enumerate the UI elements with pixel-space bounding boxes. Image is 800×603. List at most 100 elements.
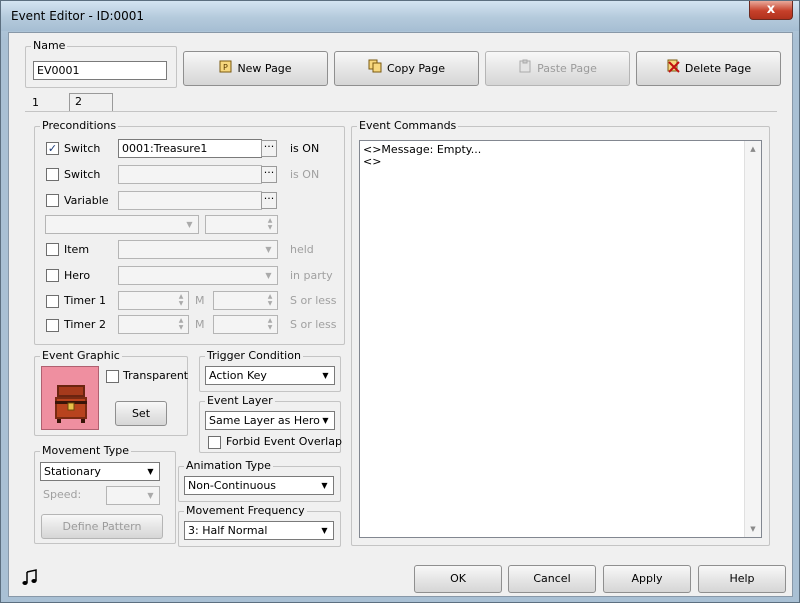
event-commands-label: Event Commands <box>357 119 459 133</box>
trigger-condition-label: Trigger Condition <box>205 349 303 363</box>
animation-type-label: Animation Type <box>184 459 273 473</box>
title-bar[interactable]: Event Editor - ID:0001 x <box>1 1 799 31</box>
variable-checkbox[interactable] <box>46 194 59 207</box>
apply-button[interactable]: Apply <box>603 565 691 593</box>
movement-frequency-group: Movement Frequency 3: Half Normal ▼ <box>178 504 341 547</box>
forbid-overlap-checkbox[interactable] <box>208 436 221 449</box>
timer2-label: Timer 2 <box>64 318 106 331</box>
scroll-up-icon[interactable]: ▲ <box>745 141 761 157</box>
spinner-arrows-icon: ▲ ▼ <box>267 317 273 331</box>
movement-type-value: Stationary <box>44 465 101 478</box>
movement-type-select[interactable]: Stationary ▼ <box>40 462 160 481</box>
chevron-down-icon: ▼ <box>186 220 193 229</box>
hero-select[interactable]: ▼ <box>118 266 278 285</box>
timer2-minutes-spinner[interactable]: ▲ ▼ <box>118 315 189 334</box>
copy-page-icon <box>368 53 382 86</box>
svg-text:P: P <box>223 63 228 72</box>
timer2-seconds-spinner[interactable]: ▲ ▼ <box>213 315 278 334</box>
event-graphic-preview[interactable] <box>41 366 99 430</box>
treasure-chest-icon <box>55 385 87 423</box>
hero-suffix: in party <box>290 269 333 282</box>
name-group: Name EV0001 <box>25 39 177 88</box>
variable-operator-select[interactable]: ▼ <box>45 215 199 234</box>
paste-page-icon <box>518 53 532 86</box>
dialog-client-area: Name EV0001 P New Page Copy Page Paste P… <box>8 32 793 597</box>
variable-value-spinner[interactable]: ▲ ▼ <box>205 215 278 234</box>
tab-page-2[interactable]: 2 <box>69 93 113 111</box>
trigger-condition-select[interactable]: Action Key ▼ <box>205 366 335 385</box>
switch2-checkbox[interactable] <box>46 168 59 181</box>
window-title: Event Editor - ID:0001 <box>11 9 145 23</box>
delete-page-icon <box>666 53 680 86</box>
item-select[interactable]: ▼ <box>118 240 278 259</box>
animation-type-select[interactable]: Non-Continuous ▼ <box>184 476 334 495</box>
switch2-label: Switch <box>64 168 101 181</box>
set-graphic-button[interactable]: Set <box>115 401 167 426</box>
transparent-label: Transparent <box>123 369 189 382</box>
item-checkbox[interactable] <box>46 243 59 256</box>
command-line[interactable]: <> <box>360 156 761 168</box>
close-button[interactable]: x <box>749 1 793 20</box>
switch1-checkbox[interactable]: ✓ <box>46 142 59 155</box>
animation-type-group: Animation Type Non-Continuous ▼ <box>178 459 341 502</box>
event-layer-group: Event Layer Same Layer as Hero ▼ Forbid … <box>199 394 342 453</box>
movement-type-label: Movement Type <box>40 444 132 458</box>
delete-page-button[interactable]: Delete Page <box>636 51 781 86</box>
timer1-seconds-spinner[interactable]: ▲ ▼ <box>213 291 278 310</box>
music-note-icon[interactable] <box>21 569 39 587</box>
event-commands-scrollbar[interactable]: ▲ ▼ <box>744 141 761 537</box>
movement-frequency-value: 3: Half Normal <box>188 524 268 537</box>
event-layer-select[interactable]: Same Layer as Hero ▼ <box>205 411 335 430</box>
event-graphic-label: Event Graphic <box>40 349 122 363</box>
hero-label: Hero <box>64 269 91 282</box>
timer2-checkbox[interactable] <box>46 319 59 332</box>
trigger-condition-value: Action Key <box>209 369 267 382</box>
movement-frequency-select[interactable]: 3: Half Normal ▼ <box>184 521 334 540</box>
define-pattern-button[interactable]: Define Pattern <box>41 514 163 539</box>
switch2-browse-button[interactable]: ··· <box>261 166 277 183</box>
variable-label: Variable <box>64 194 109 207</box>
transparent-checkbox[interactable] <box>106 370 119 383</box>
spinner-arrows-icon: ▲ ▼ <box>178 317 184 331</box>
switch1-suffix: is ON <box>290 142 320 155</box>
cancel-button[interactable]: Cancel <box>508 565 596 593</box>
timer1-m-unit: M <box>195 294 205 307</box>
event-name-input[interactable]: EV0001 <box>33 61 167 80</box>
copy-page-button[interactable]: Copy Page <box>334 51 479 86</box>
variable-value[interactable] <box>118 191 262 210</box>
speed-select[interactable]: ▼ <box>106 486 160 505</box>
event-commands-group: Event Commands <>Message: Empty... <> ▲ … <box>351 119 770 546</box>
command-line[interactable]: <>Message: Empty... <box>360 144 761 156</box>
paste-page-label: Paste Page <box>537 62 597 75</box>
new-page-button[interactable]: P New Page <box>183 51 328 86</box>
scroll-down-icon[interactable]: ▼ <box>745 521 761 537</box>
switch1-label: Switch <box>64 142 101 155</box>
chevron-down-icon: ▼ <box>322 416 329 425</box>
timer1-checkbox[interactable] <box>46 295 59 308</box>
timer2-m-unit: M <box>195 318 205 331</box>
delete-page-label: Delete Page <box>684 62 752 75</box>
event-layer-label: Event Layer <box>205 394 275 408</box>
ok-button[interactable]: OK <box>414 565 502 593</box>
switch2-value[interactable] <box>118 165 262 184</box>
hero-checkbox[interactable] <box>46 269 59 282</box>
animation-type-value: Non-Continuous <box>188 479 277 492</box>
timer1-minutes-spinner[interactable]: ▲ ▼ <box>118 291 189 310</box>
chevron-down-icon: ▼ <box>265 245 272 254</box>
event-commands-list[interactable]: <>Message: Empty... <> ▲ ▼ <box>359 140 762 538</box>
spinner-arrows-icon: ▲ ▼ <box>267 293 273 307</box>
spinner-arrows-icon: ▲ ▼ <box>178 293 184 307</box>
event-editor-window: Event Editor - ID:0001 x Name EV0001 P N… <box>0 0 800 603</box>
switch1-value[interactable]: 0001:Treasure1 <box>118 139 262 158</box>
help-button[interactable]: Help <box>698 565 786 593</box>
timer2-s-unit: S or less <box>290 318 337 331</box>
spinner-arrows-icon: ▲ ▼ <box>267 217 273 231</box>
preconditions-label: Preconditions <box>40 119 119 133</box>
event-layer-value: Same Layer as Hero <box>209 414 320 427</box>
timer1-s-unit: S or less <box>290 294 337 307</box>
paste-page-button[interactable]: Paste Page <box>485 51 630 86</box>
variable-browse-button[interactable]: ··· <box>261 192 277 209</box>
switch1-browse-button[interactable]: ··· <box>261 140 277 157</box>
chevron-down-icon: ▼ <box>147 467 154 476</box>
movement-type-group: Movement Type Stationary ▼ Speed: ▼ Defi… <box>34 444 176 544</box>
